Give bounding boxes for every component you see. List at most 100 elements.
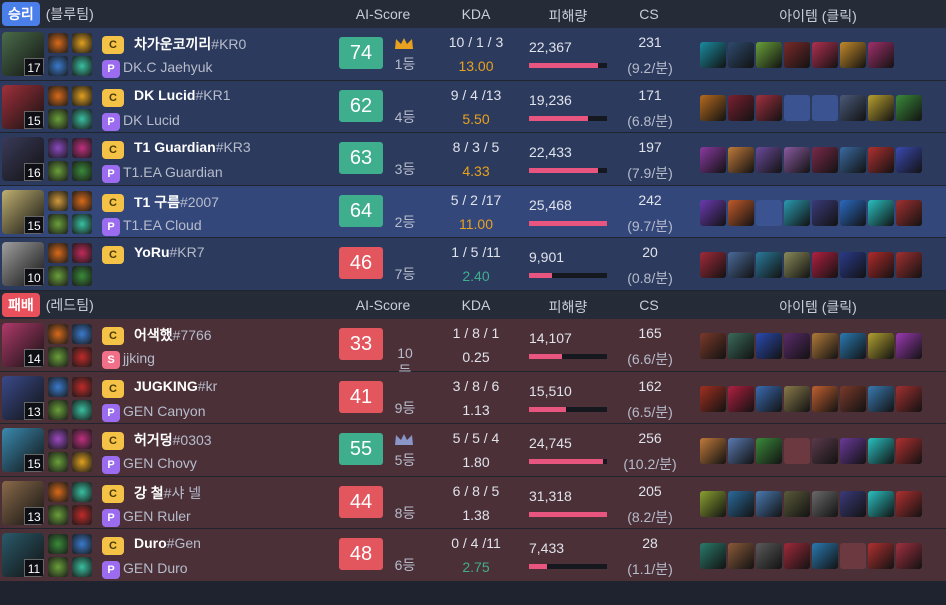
player-row[interactable]: 15 C DK Lucid#KR1 P DK Lucid 62 4등 9 / 4 /13 5.5… [0, 80, 946, 134]
item-icon[interactable] [812, 147, 838, 174]
item-icon[interactable] [868, 385, 894, 412]
item-icon[interactable] [784, 543, 810, 570]
pro-name[interactable]: DK Lucid [123, 112, 180, 128]
item-icon[interactable] [728, 438, 754, 465]
item-icon[interactable] [784, 252, 810, 279]
item-icon[interactable] [896, 438, 922, 465]
item-icon[interactable] [812, 490, 838, 517]
pro-name[interactable]: T1.EA Cloud [123, 217, 202, 233]
player-row[interactable]: 13 C 강 철#샤 넬 P GEN Ruler 44 8등 6 / 8 / 5 1.38 31,… [0, 476, 946, 530]
item-icon[interactable] [868, 438, 894, 465]
item-icon[interactable] [700, 332, 726, 359]
summoner-name[interactable]: DK Lucid#KR1 [134, 87, 230, 103]
item-icon[interactable] [700, 385, 726, 412]
item-icon[interactable] [840, 385, 866, 412]
pro-name[interactable]: GEN Chovy [123, 455, 197, 471]
item-icon[interactable] [784, 385, 810, 412]
summoner-name[interactable]: 강 철#샤 넬 [134, 483, 201, 503]
item-icon[interactable] [812, 438, 838, 465]
item-icon[interactable] [896, 543, 922, 570]
summoner-name[interactable]: 차가운코끼리#KR0 [134, 34, 246, 54]
item-icon[interactable] [840, 438, 866, 465]
item-icon[interactable] [756, 94, 782, 121]
item-icon[interactable] [756, 543, 782, 570]
player-row[interactable]: 15 C 허거덩#0303 P GEN Chovy 55 5등 5 / 5 / 4 1.80 24… [0, 424, 946, 477]
champion-portrait[interactable]: 11 [2, 533, 44, 578]
empty-item-slot[interactable] [812, 94, 838, 121]
item-icon[interactable] [700, 94, 726, 121]
item-icon[interactable] [840, 252, 866, 279]
empty-item-slot[interactable] [784, 94, 810, 121]
item-icon[interactable] [868, 42, 894, 68]
item-icon[interactable] [812, 199, 838, 226]
summoner-name[interactable]: T1 구름#2007 [134, 192, 219, 212]
item-icon[interactable] [728, 199, 754, 226]
item-icon[interactable] [700, 490, 726, 517]
item-icon[interactable] [868, 94, 894, 121]
champion-portrait[interactable]: 15 [2, 428, 44, 473]
item-icon[interactable] [728, 332, 754, 359]
summoner-name[interactable]: T1 Guardian#KR3 [134, 139, 251, 155]
pro-name[interactable]: T1.EA Guardian [123, 164, 223, 180]
empty-item-slot[interactable] [756, 199, 782, 226]
item-icon[interactable] [700, 199, 726, 226]
item-icon[interactable] [840, 42, 866, 68]
item-icon[interactable] [756, 252, 782, 279]
item-icon[interactable] [784, 490, 810, 517]
item-icon[interactable] [756, 490, 782, 517]
item-icon[interactable] [840, 199, 866, 226]
item-icon[interactable] [728, 42, 754, 68]
champion-portrait[interactable]: 13 [2, 375, 44, 420]
champion-portrait[interactable]: 15 [2, 189, 44, 234]
item-icon[interactable] [896, 385, 922, 412]
player-row[interactable]: 17 C 차가운코끼리#KR0 P DK.C Jaehyuk 74 1등 10 / 1 / 3… [0, 28, 946, 81]
summoner-name[interactable]: JUGKING#kr [134, 378, 217, 394]
item-icon[interactable] [896, 252, 922, 279]
item-icon[interactable] [756, 385, 782, 412]
item-icon[interactable] [700, 438, 726, 465]
champion-portrait[interactable]: 17 [2, 32, 44, 76]
item-icon[interactable] [868, 252, 894, 279]
item-icon[interactable] [728, 385, 754, 412]
item-icon[interactable] [728, 543, 754, 570]
item-icon[interactable] [784, 147, 810, 174]
item-icon[interactable] [728, 94, 754, 121]
item-icon[interactable] [896, 199, 922, 226]
item-icon[interactable] [812, 332, 838, 359]
item-icon[interactable] [756, 147, 782, 174]
item-icon[interactable] [868, 199, 894, 226]
player-row[interactable]: 10 C YoRu#KR7 46 7등 1 / 5 /11 2.40 9,901 20 (0.8/… [0, 238, 946, 291]
pro-name[interactable]: GEN Duro [123, 560, 188, 576]
player-row[interactable]: 11 C Duro#Gen P GEN Duro 48 6등 0 / 4 /11 2.75 7,4… [0, 529, 946, 582]
champion-portrait[interactable]: 14 [2, 322, 44, 367]
item-icon[interactable] [756, 42, 782, 68]
item-icon[interactable] [700, 42, 726, 68]
pro-name[interactable]: GEN Ruler [123, 508, 191, 524]
item-icon[interactable] [812, 543, 838, 570]
item-icon[interactable] [840, 332, 866, 359]
item-icon[interactable] [784, 199, 810, 226]
item-icon[interactable] [840, 490, 866, 517]
player-row[interactable]: 15 C T1 구름#2007 P T1.EA Cloud 64 2등 5 / 2 /17 11… [0, 185, 946, 239]
pro-name[interactable]: DK.C Jaehyuk [123, 59, 212, 75]
summoner-name[interactable]: 허거덩#0303 [134, 430, 212, 450]
item-icon[interactable] [868, 543, 894, 570]
champion-portrait[interactable]: 16 [2, 137, 44, 182]
item-icon[interactable] [728, 490, 754, 517]
summoner-name[interactable]: 어색했#7766 [134, 325, 212, 345]
item-icon[interactable] [812, 385, 838, 412]
item-icon[interactable] [840, 94, 866, 121]
champion-portrait[interactable]: 15 [2, 84, 44, 129]
pro-name[interactable]: jjking [123, 350, 155, 366]
item-icon[interactable] [812, 252, 838, 279]
player-row[interactable]: 16 C T1 Guardian#KR3 P T1.EA Guardian 63 3등 8 /… [0, 133, 946, 186]
item-icon[interactable] [700, 252, 726, 279]
empty-item-slot[interactable] [784, 438, 810, 465]
player-row[interactable]: 14C어색했#7766Sjjking3310등1 / 8 / 10.2514,1… [0, 318, 946, 379]
item-icon[interactable] [700, 543, 726, 570]
item-icon[interactable] [896, 332, 922, 359]
item-icon[interactable] [840, 147, 866, 174]
item-icon[interactable] [868, 490, 894, 517]
empty-item-slot[interactable] [840, 543, 866, 570]
item-icon[interactable] [868, 147, 894, 174]
